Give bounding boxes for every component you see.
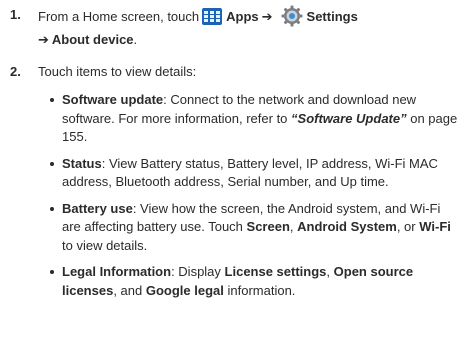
settings-label: Settings	[306, 9, 358, 24]
list-item-battery-use: Battery use: View how the screen, the An…	[50, 200, 458, 256]
apps-label: Apps	[226, 9, 259, 24]
bullet-term: Battery use	[62, 200, 133, 216]
gear-icon	[281, 5, 303, 27]
bullet-text: to view details.	[62, 237, 148, 253]
list-item-legal-information: Legal Information: Display License setti…	[50, 263, 458, 300]
about-device-label: About device	[51, 31, 134, 47]
bullet-term: Software update	[62, 92, 164, 107]
list-item-software-update: Software update: Connect to the network …	[50, 91, 458, 147]
details-list: Software update: Connect to the network …	[50, 91, 458, 308]
wifi-option: Wi-Fi	[419, 219, 451, 234]
apps-grid-icon	[202, 8, 223, 26]
step-2-text: Touch items to view details:	[38, 64, 197, 79]
arrow-1: ➔	[261, 9, 273, 24]
separator: , or	[396, 219, 420, 234]
step-1-prefix: From a Home screen, touch	[38, 9, 200, 24]
screen-option: Screen	[246, 219, 290, 234]
manual-page: 1. From a Home screen, touch Apps ➔ Sett…	[0, 0, 472, 350]
separator: ,	[326, 264, 334, 279]
separator: , and	[113, 282, 146, 298]
step-number: 1.	[10, 7, 21, 22]
android-system-option: Android System	[297, 219, 397, 234]
software-update-reference: “Software Update”	[291, 110, 407, 126]
bullet-term: Status	[62, 155, 102, 171]
bullet-text: : View Battery status, Battery level, IP…	[62, 155, 438, 190]
bullet-text: information.	[223, 282, 296, 298]
google-legal-option: Google legal	[145, 282, 224, 298]
bullet-text: : Display	[171, 264, 225, 279]
list-item-status: Status: View Battery status, Battery lev…	[50, 155, 458, 192]
step-number: 2.	[10, 64, 21, 79]
license-settings-option: License settings	[224, 264, 327, 279]
arrow-2: ➔	[38, 31, 49, 47]
step-1-period: .	[133, 31, 138, 47]
step-1-text: From a Home screen, touch Apps ➔ Setting…	[38, 5, 462, 51]
bullet-term: Legal Information	[62, 264, 172, 279]
